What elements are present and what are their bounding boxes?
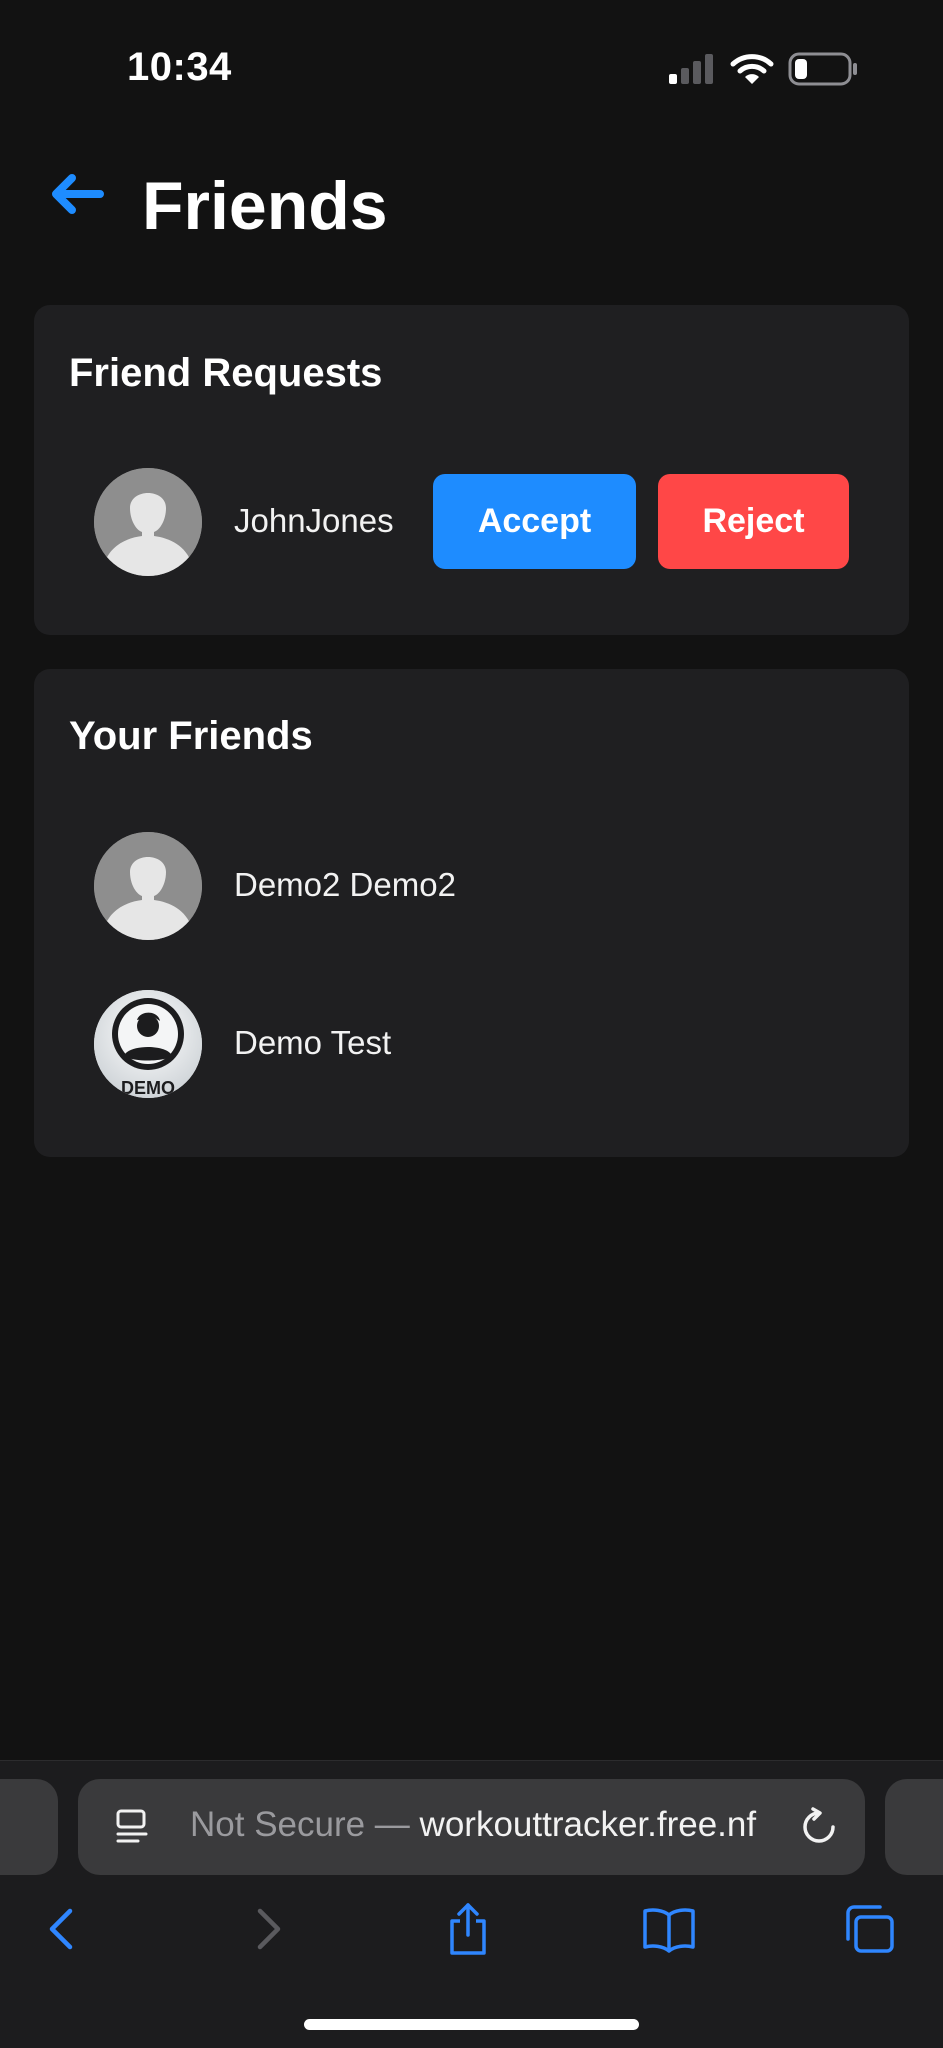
demo-avatar-icon: DEMO (94, 990, 202, 1098)
previous-tab-peek[interactable] (0, 1779, 58, 1875)
demo-avatar: DEMO (94, 990, 202, 1098)
demo-avatar-text: DEMO (121, 1078, 175, 1098)
url-domain: workouttracker.free.nf (419, 1805, 757, 1844)
home-indicator[interactable] (304, 2019, 639, 2030)
address-bar[interactable]: Not Secure — workouttracker.free.nf (78, 1779, 865, 1875)
browser-toolbar: Not Secure — workouttracker.free.nf (0, 1760, 943, 2048)
url-security-label: Not Secure — (190, 1805, 420, 1844)
url-text[interactable]: Not Secure — workouttracker.free.nf (190, 1805, 756, 1845)
friend-requests-card: Friend Requests JohnJones Accept Reject (34, 305, 909, 635)
share-icon[interactable] (440, 1901, 496, 1957)
reload-icon[interactable] (799, 1807, 839, 1847)
default-avatar-icon (94, 468, 202, 576)
page-menu-icon[interactable] (114, 1808, 150, 1848)
status-time: 10:34 (127, 45, 232, 89)
battery-icon (788, 52, 857, 86)
default-avatar-icon (94, 832, 202, 940)
accept-button[interactable]: Accept (433, 474, 636, 569)
friend-name: Demo Test (234, 1024, 392, 1061)
page-title: Friends (142, 168, 388, 244)
status-bar: 10:34 (0, 0, 943, 140)
forward-chevron-icon[interactable] (240, 1901, 296, 1957)
wifi-icon (730, 54, 774, 84)
your-friends-title: Your Friends (69, 714, 313, 758)
cellular-signal-icon (669, 54, 713, 84)
back-chevron-icon[interactable] (34, 1901, 90, 1957)
friend-name: Demo2 Demo2 (234, 866, 456, 903)
avatar (94, 468, 202, 576)
tabs-icon[interactable] (842, 1901, 898, 1957)
next-tab-peek[interactable] (885, 1779, 943, 1875)
avatar (94, 832, 202, 940)
bookmarks-icon[interactable] (641, 1901, 697, 1957)
back-arrow-icon[interactable] (48, 170, 104, 218)
your-friends-card: Your Friends Demo2 Demo2 DEMO Demo Test (34, 669, 909, 1157)
friend-requests-title: Friend Requests (69, 351, 383, 395)
reject-button[interactable]: Reject (658, 474, 849, 569)
request-name: JohnJones (234, 502, 394, 539)
